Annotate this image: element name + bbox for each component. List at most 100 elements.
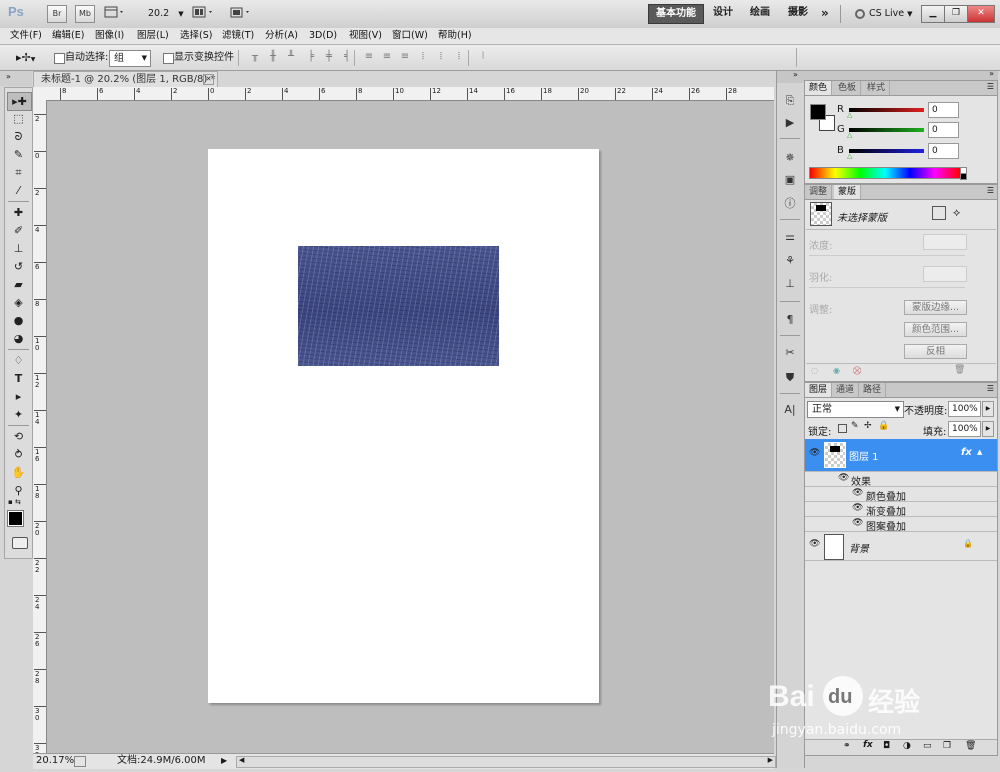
eraser-tool-icon[interactable]: ▰	[7, 276, 30, 293]
status-expand-icon[interactable]: ▶	[221, 754, 227, 768]
screen-mode-button[interactable]	[229, 6, 253, 20]
menu-view[interactable]: 视图(V)	[349, 28, 382, 44]
distribute-left-icon[interactable]: ⦙	[416, 51, 430, 63]
brush-presets-panel-icon[interactable]: ⚌	[780, 228, 800, 246]
clone-stamp-tool-icon[interactable]: ⊥	[7, 240, 30, 257]
brush-tool-icon[interactable]: ✐	[7, 222, 30, 239]
red-channel-slider[interactable]	[849, 108, 924, 112]
vector-mask-icon[interactable]: ⟡	[953, 206, 960, 220]
align-left-icon[interactable]: ╞	[304, 51, 318, 63]
menu-image[interactable]: 图像(I)	[95, 28, 124, 44]
visibility-eye-icon[interactable]: 👁	[852, 488, 863, 498]
zoom-level-select[interactable]: 20.2 ▼	[148, 7, 184, 21]
cs-live-button[interactable]: CS Live ▼	[855, 6, 912, 22]
density-input[interactable]	[923, 234, 967, 250]
align-right-icon[interactable]: ╡	[340, 51, 354, 63]
foreground-color-swatch[interactable]	[810, 104, 826, 120]
scroll-right-icon[interactable]: ▶	[768, 756, 773, 764]
panel-menu-icon[interactable]: ☰	[987, 82, 994, 91]
distribute-top-icon[interactable]: ≡	[362, 51, 376, 63]
blue-channel-slider[interactable]	[849, 149, 924, 153]
distribute-bottom-icon[interactable]: ≡	[398, 51, 412, 63]
auto-select-checkbox[interactable]	[54, 53, 65, 64]
menu-analysis[interactable]: 分析(A)	[265, 28, 298, 44]
blur-tool-icon[interactable]: ●	[7, 312, 30, 329]
black-swatch[interactable]	[960, 173, 967, 180]
green-channel-slider[interactable]	[849, 128, 924, 132]
lock-all-icon[interactable]: 🔒	[878, 421, 889, 431]
visibility-eye-icon[interactable]: 👁	[838, 473, 849, 483]
dodge-tool-icon[interactable]: ◕	[7, 330, 30, 347]
effect-row-gradient-overlay[interactable]: 👁 渐变叠加	[805, 502, 997, 518]
effect-row-color-overlay[interactable]: 👁 颜色叠加	[805, 487, 997, 503]
tab-color[interactable]: 颜色	[805, 81, 833, 95]
layer-comps-panel-icon[interactable]: ⛊	[780, 369, 800, 387]
horizontal-ruler[interactable]: 8 6 4 2 0 2 4 6 8 10 12 14 16 18 20 22 24 26 28	[46, 87, 774, 101]
lock-transparent-icon[interactable]	[838, 424, 847, 433]
visibility-eye-icon[interactable]: 👁	[852, 518, 863, 528]
workspace-essentials-button[interactable]: 基本功能	[648, 4, 704, 24]
align-top-icon[interactable]: ╥	[248, 51, 262, 63]
clone-source-panel-icon[interactable]: ⚘	[780, 252, 800, 270]
layer-name[interactable]: 图层 1	[849, 448, 879, 463]
tab-adjustments[interactable]: 调整	[805, 185, 833, 199]
ruler-origin[interactable]	[33, 87, 47, 101]
denim-texture-layer[interactable]	[298, 246, 499, 366]
fill-input[interactable]: 100%	[948, 421, 981, 437]
lasso-tool-icon[interactable]: ᘐ	[7, 128, 30, 145]
visibility-eye-icon[interactable]: 👁	[852, 503, 863, 513]
minimize-button[interactable]: ▁	[921, 5, 945, 23]
blue-channel-input[interactable]: 0	[928, 143, 959, 159]
distribute-right-icon[interactable]: ⦙	[452, 51, 466, 63]
more-workspaces-button[interactable]: »	[814, 4, 836, 22]
lock-position-icon[interactable]: ✢	[864, 421, 872, 431]
menu-edit[interactable]: 编辑(E)	[52, 28, 84, 44]
actions-panel-icon[interactable]: ▶	[780, 114, 800, 132]
slider-thumb-icon[interactable]: △	[847, 111, 852, 119]
align-bottom-icon[interactable]: ╨	[284, 51, 298, 63]
horizontal-scrollbar[interactable]: ◀ ▶	[236, 756, 776, 768]
hand-tool-icon[interactable]: ✋	[7, 464, 30, 481]
trash-icon[interactable]: 🗑	[954, 365, 965, 375]
visibility-eye-icon[interactable]: 👁	[809, 448, 820, 458]
bridge-button[interactable]: Br	[47, 5, 67, 23]
paint-bucket-tool-icon[interactable]: ◈	[7, 294, 30, 311]
vertical-ruler[interactable]: 2024681 01 21 41 61 82 02 22 42 62 83 03…	[33, 100, 47, 759]
menu-file[interactable]: 文件(F)	[10, 28, 42, 44]
crop-tool-icon[interactable]: ⌗	[7, 164, 30, 181]
quick-selection-tool-icon[interactable]: ✎	[7, 146, 30, 163]
effect-row-pattern-overlay[interactable]: 👁 图案叠加	[805, 517, 997, 533]
spot-healing-brush-icon[interactable]: ✚	[7, 204, 30, 221]
close-icon[interactable]: ✕	[203, 74, 214, 85]
apply-mask-icon[interactable]: ⛒	[853, 366, 861, 376]
color-spectrum-bar[interactable]	[809, 167, 961, 179]
document-page[interactable]	[208, 149, 599, 703]
workspace-photography-button[interactable]: 摄影	[781, 4, 815, 22]
red-channel-input[interactable]: 0	[928, 102, 959, 118]
fill-slider-button[interactable]: ▶	[982, 421, 994, 437]
zoom-level-status[interactable]: 20.17%	[36, 754, 74, 768]
document-tab[interactable]: 未标题-1 @ 20.2% (图层 1, RGB/8) * ✕	[33, 71, 218, 88]
distribute-vcenter-icon[interactable]: ≡	[380, 51, 394, 63]
eyedropper-tool-icon[interactable]: ⁄	[7, 182, 30, 199]
panel-column-header[interactable]: »	[804, 69, 998, 80]
color-range-button[interactable]: 颜色范围...	[904, 322, 967, 337]
info-panel-icon[interactable]: ⓘ	[780, 195, 800, 213]
paragraph-panel-icon[interactable]: ¶	[780, 311, 800, 329]
invert-button[interactable]: 反相	[904, 344, 967, 359]
show-transform-checkbox[interactable]	[163, 53, 174, 64]
menu-filter[interactable]: 滤镜(T)	[222, 28, 254, 44]
3d-rotate-tool-icon[interactable]: ⟲	[7, 428, 30, 445]
slider-thumb-icon[interactable]: △	[847, 152, 852, 160]
history-panel-icon[interactable]: ⎘	[780, 92, 800, 110]
visibility-icon[interactable]: ◉	[833, 366, 840, 375]
feather-slider[interactable]	[809, 287, 965, 288]
layer-effects-fx-icon[interactable]: fx	[961, 447, 972, 458]
panel-menu-icon[interactable]: ☰	[987, 384, 994, 393]
layer-name[interactable]: 背景	[849, 540, 869, 555]
green-channel-input[interactable]: 0	[928, 122, 959, 138]
status-menu-icon[interactable]	[74, 756, 86, 767]
shape-tool-icon[interactable]: ✦	[7, 406, 30, 423]
arrange-documents-button[interactable]	[192, 6, 216, 20]
layer-row-background[interactable]: 👁 背景 🔒	[805, 532, 997, 561]
